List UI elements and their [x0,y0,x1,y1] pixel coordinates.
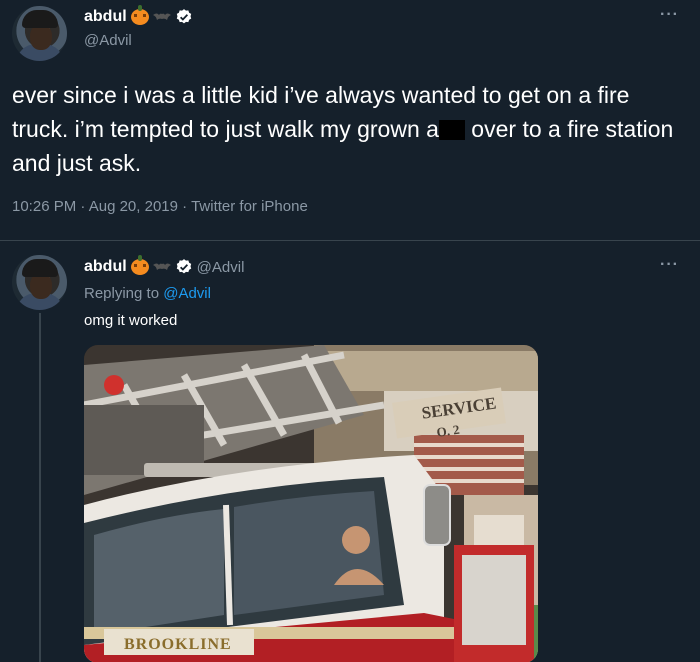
pumpkin-emoji-icon [130,5,149,25]
reply-handle[interactable]: @Advil [197,259,245,276]
replying-mention-link[interactable]: @Advil [163,285,211,302]
meta-separator: · [80,198,89,215]
reply-author-name-row: abdul @Advil [84,255,245,276]
reply-tweet: abdul @Advil ··· Replying to @Advil omg … [0,241,700,662]
replying-to: Replying to @Advil [84,285,211,302]
photo-truck-lettering: BROOKLINE [124,636,232,653]
reply-avatar[interactable] [12,255,67,310]
tweet-meta: 10:26 PM · Aug 20, 2019 · Twitter for iP… [12,198,308,215]
tweet-photo[interactable]: SERVICE O. 2 BROOKLINE [84,345,538,662]
main-tweet: abdul @Advil ··· ever since i was a litt… [0,0,700,240]
redaction-box [438,120,465,140]
tweet-source[interactable]: Twitter for iPhone [191,198,308,215]
more-options-icon[interactable]: ··· [660,6,679,24]
avatar[interactable] [12,6,67,61]
bat-emoji-icon [152,262,171,272]
replying-prefix: Replying to [84,285,164,302]
photo-sign-text-2: O. 2 [436,422,461,440]
meta-separator: · [182,198,192,215]
tweet-text: ever since i was a little kid i’ve alway… [12,78,688,180]
author-name-row: abdul [84,5,193,26]
verified-badge-icon [175,258,193,276]
reply-display-name[interactable]: abdul [84,258,127,276]
display-name[interactable]: abdul [84,8,127,26]
thread-line [39,313,41,662]
reply-text: omg it worked [84,312,178,329]
tweet-time[interactable]: 10:26 PM [12,198,76,215]
reply-more-options-icon[interactable]: ··· [660,256,679,274]
tweet-date[interactable]: Aug 20, 2019 [89,198,178,215]
bat-emoji-icon [152,12,171,22]
handle[interactable]: @Advil [84,32,132,49]
verified-badge-icon [175,8,193,26]
pumpkin-emoji-icon [130,255,149,275]
